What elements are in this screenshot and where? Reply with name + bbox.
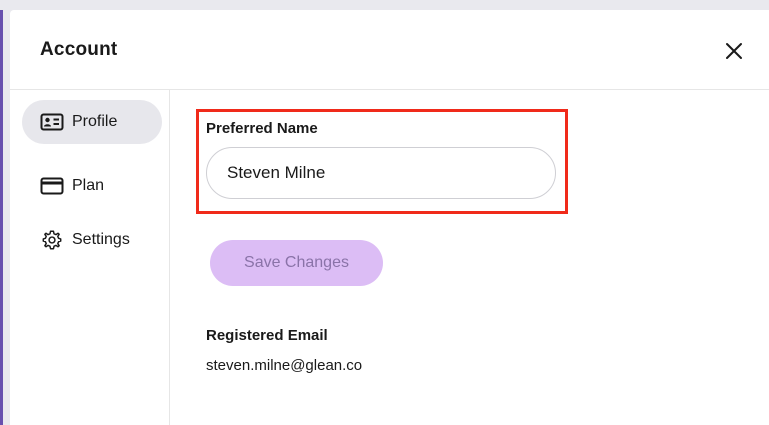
preferred-name-label: Preferred Name (206, 120, 318, 137)
close-icon (726, 43, 742, 59)
sidebar-item-profile[interactable]: Profile (22, 100, 162, 144)
registered-email-value: steven.milne@glean.co (206, 357, 363, 374)
sidebar-item-label: Plan (72, 177, 105, 194)
window-edge-accent (0, 10, 3, 425)
gear-icon (40, 230, 64, 250)
registered-email-label: Registered Email (206, 327, 328, 344)
id-card-icon (40, 112, 64, 132)
save-changes-button[interactable]: Save Changes (210, 240, 383, 286)
sidebar-item-settings[interactable]: Settings (22, 218, 162, 262)
close-button[interactable] (722, 39, 746, 63)
sidebar-item-plan[interactable]: Plan (22, 164, 162, 208)
account-dialog: Account Profile Plan Settings Preferred … (10, 10, 769, 425)
sidebar-item-label: Profile (72, 113, 118, 130)
preferred-name-input[interactable] (206, 147, 556, 199)
profile-panel: Preferred Name Save Changes Registered E… (170, 90, 769, 425)
dialog-header: Account (10, 10, 769, 90)
sidebar-item-label: Settings (72, 231, 130, 248)
dialog-title: Account (40, 39, 118, 60)
credit-card-icon (40, 176, 64, 196)
sidebar: Profile Plan Settings (10, 90, 170, 425)
